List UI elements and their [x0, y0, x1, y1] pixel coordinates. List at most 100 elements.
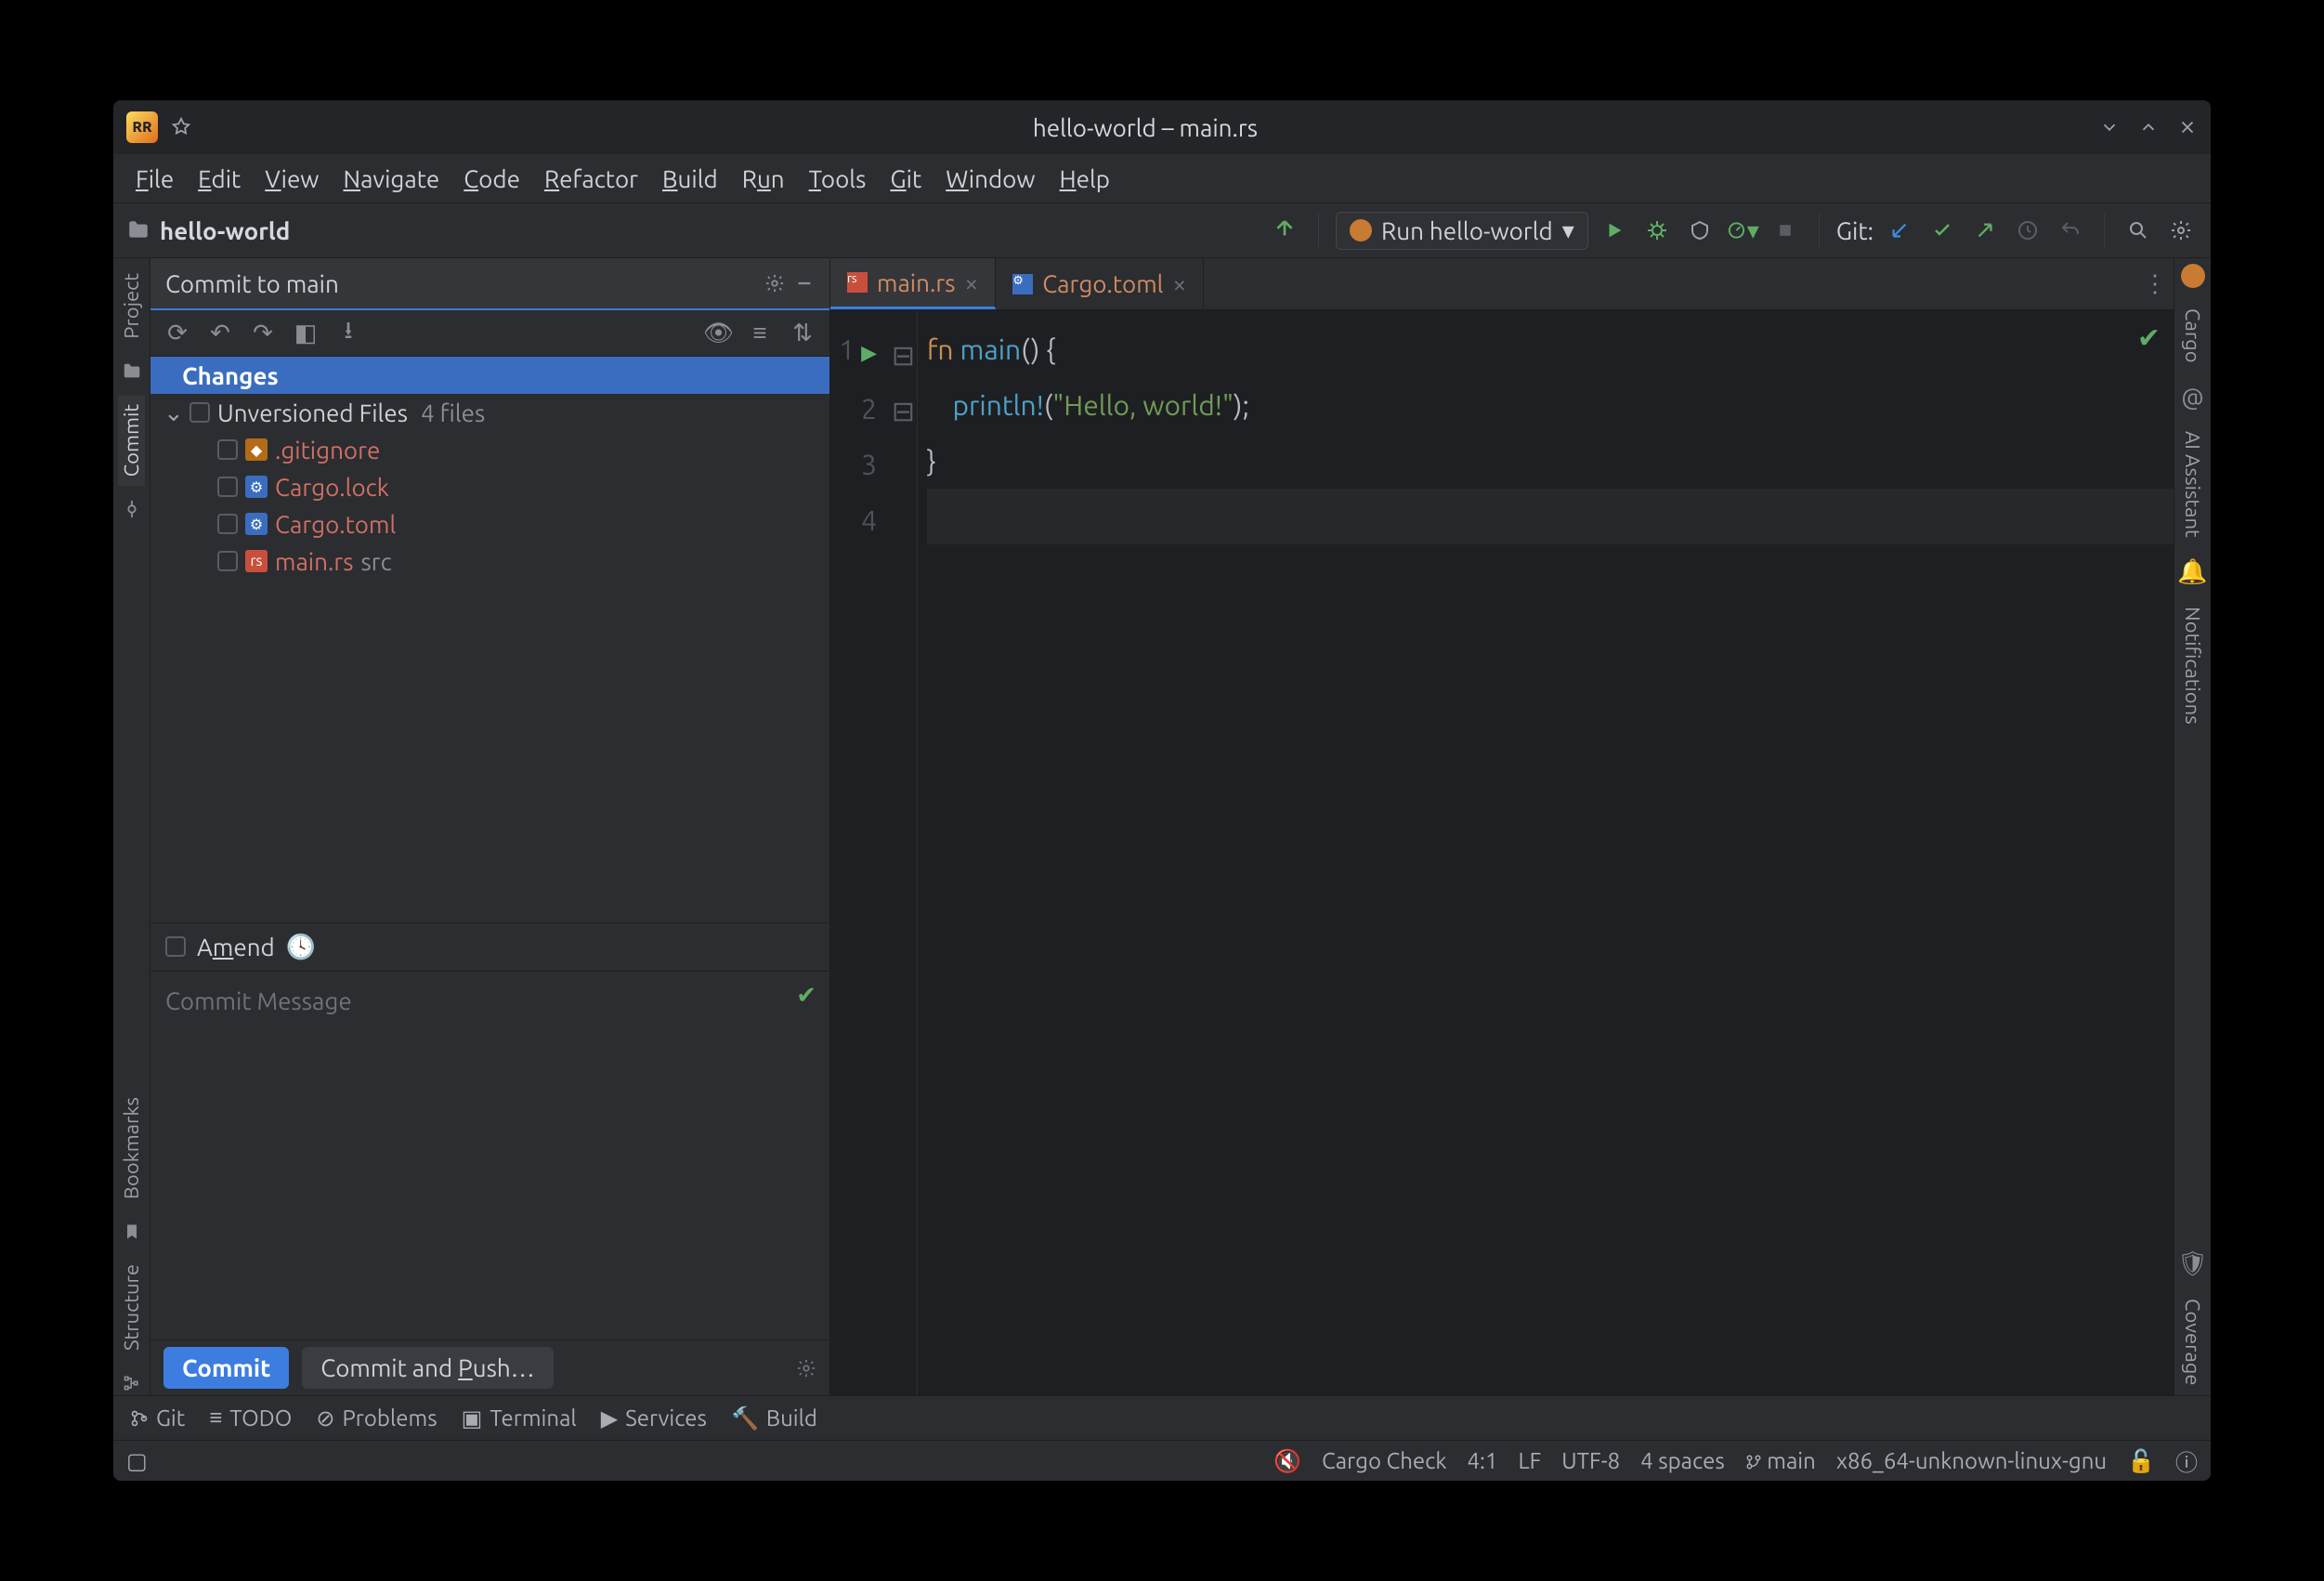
- close-tab-icon[interactable]: ×: [1172, 270, 1186, 297]
- checkbox[interactable]: [217, 551, 238, 571]
- status-cargo[interactable]: Cargo Check: [1322, 1448, 1446, 1473]
- refresh-icon[interactable]: ⟳: [163, 319, 191, 347]
- hide-panel-icon[interactable]: [794, 273, 815, 294]
- ai-icon[interactable]: @: [2181, 384, 2204, 411]
- chevron-down-icon: ⌄: [163, 399, 182, 427]
- breadcrumb[interactable]: hello-world: [113, 217, 303, 244]
- presentation-icon[interactable]: ▢: [126, 1448, 148, 1474]
- close-icon[interactable]: [2177, 117, 2198, 137]
- undo-icon[interactable]: ↶: [206, 319, 234, 347]
- info-icon[interactable]: ⓘ: [2175, 1444, 2198, 1477]
- amend-checkbox[interactable]: [165, 936, 186, 957]
- file-row[interactable]: ◆ .gitignore: [150, 431, 829, 468]
- gutter-run-icon[interactable]: ▶: [861, 341, 877, 364]
- checkbox[interactable]: [217, 477, 238, 497]
- tool-services[interactable]: ▶ Services: [601, 1405, 707, 1431]
- checkmark-icon: ✔: [2137, 321, 2161, 355]
- pin-icon[interactable]: [171, 117, 191, 137]
- expand-icon[interactable]: ⇅: [789, 319, 816, 347]
- code-content[interactable]: fn main() { println!("Hello, world!"); }: [918, 310, 2174, 1395]
- menu-help[interactable]: Help: [1060, 165, 1111, 192]
- tool-project[interactable]: Project: [118, 264, 145, 348]
- search-icon[interactable]: [2122, 214, 2155, 247]
- shelve-icon[interactable]: ⭳: [334, 313, 362, 354]
- status-indent[interactable]: 4 spaces: [1640, 1448, 1725, 1473]
- git-history-icon[interactable]: [2011, 214, 2044, 247]
- redo-icon[interactable]: ↷: [249, 319, 277, 347]
- debug-icon[interactable]: [1640, 214, 1674, 247]
- git-push-icon[interactable]: [1968, 214, 2002, 247]
- lock-icon[interactable]: 🔓: [2127, 1448, 2155, 1474]
- changes-node[interactable]: Changes: [150, 357, 829, 394]
- menu-git[interactable]: Git: [890, 165, 921, 192]
- profiler-icon[interactable]: ▾: [1726, 214, 1759, 247]
- file-row[interactable]: ⚙ Cargo.lock: [150, 468, 829, 505]
- status-encoding[interactable]: UTF-8: [1561, 1448, 1620, 1473]
- gear-icon[interactable]: [764, 273, 785, 294]
- maximize-icon[interactable]: [2138, 117, 2159, 137]
- status-position[interactable]: 4:1: [1467, 1448, 1497, 1473]
- cargo-icon[interactable]: [2181, 264, 2205, 288]
- tool-bookmarks[interactable]: Bookmarks: [118, 1088, 145, 1209]
- status-line-ending[interactable]: LF: [1518, 1448, 1541, 1473]
- file-row[interactable]: ⚙ Cargo.toml: [150, 505, 829, 542]
- menu-edit[interactable]: Edit: [198, 165, 241, 192]
- tool-cargo[interactable]: Cargo: [2179, 299, 2206, 372]
- checkbox[interactable]: [217, 439, 238, 460]
- menu-run[interactable]: Run: [742, 165, 785, 192]
- diff-icon[interactable]: ◧: [292, 319, 320, 347]
- code-editor[interactable]: 1 ▶ 2 3 4 ⊟⊟ fn main() { println!("Hello…: [830, 310, 2174, 1395]
- coverage-run-icon[interactable]: [1683, 214, 1717, 247]
- commit-button[interactable]: Commit: [163, 1347, 289, 1389]
- menu-navigate[interactable]: Navigate: [343, 165, 439, 192]
- menu-view[interactable]: View: [265, 165, 319, 192]
- tool-coverage[interactable]: Coverage: [2179, 1289, 2206, 1395]
- menu-window[interactable]: Window: [946, 165, 1035, 192]
- tool-problems[interactable]: ⊘ Problems: [316, 1405, 437, 1431]
- editor-tab[interactable]: rs main.rs ×: [830, 258, 996, 309]
- bell-icon[interactable]: 🔔: [2177, 557, 2207, 586]
- status-branch[interactable]: main: [1745, 1448, 1816, 1473]
- settings-icon[interactable]: [2164, 214, 2198, 247]
- commit-and-push-button[interactable]: Commit and Push…: [302, 1347, 553, 1389]
- menu-refactor[interactable]: Refactor: [544, 165, 638, 192]
- menu-file[interactable]: File: [136, 165, 174, 192]
- mute-icon[interactable]: 🔇: [1273, 1448, 1301, 1474]
- tabs-menu-icon[interactable]: ⋮: [2136, 258, 2174, 309]
- git-commit-icon[interactable]: [1926, 214, 1959, 247]
- folder-collapsed-icon[interactable]: [120, 359, 144, 384]
- build-icon[interactable]: [1268, 214, 1301, 247]
- history-icon[interactable]: 🕓: [286, 933, 316, 961]
- tool-todo[interactable]: ≡ TODO: [209, 1405, 292, 1431]
- checkbox[interactable]: [189, 402, 210, 423]
- file-row[interactable]: rs main.rs src: [150, 542, 829, 580]
- stop-icon[interactable]: [1769, 214, 1802, 247]
- git-update-icon[interactable]: [1883, 214, 1916, 247]
- menu-code[interactable]: Code: [463, 165, 520, 192]
- run-icon[interactable]: [1598, 214, 1631, 247]
- tool-git[interactable]: Git: [130, 1405, 185, 1431]
- menu-build[interactable]: Build: [662, 165, 718, 192]
- changelist-icon[interactable]: 👁: [703, 319, 731, 347]
- tool-ai-assistant[interactable]: AI Assistant: [2179, 422, 2206, 547]
- group-icon[interactable]: ≡: [746, 319, 774, 347]
- gear-icon[interactable]: [796, 1358, 816, 1378]
- shield-icon[interactable]: 🛡: [2177, 1249, 2208, 1278]
- unversioned-node[interactable]: ⌄ Unversioned Files 4 files: [150, 394, 829, 431]
- tool-commit[interactable]: Commit: [118, 395, 145, 486]
- commit-message-input[interactable]: Commit Message ✔: [150, 971, 829, 1340]
- folder-icon: [126, 218, 150, 242]
- tool-notifications[interactable]: Notifications: [2179, 597, 2206, 734]
- menu-tools[interactable]: Tools: [809, 165, 867, 192]
- checkbox[interactable]: [217, 514, 238, 534]
- tool-structure[interactable]: Structure: [118, 1255, 145, 1360]
- close-tab-icon[interactable]: ×: [965, 269, 979, 296]
- tool-build[interactable]: 🔨 Build: [731, 1405, 817, 1431]
- minimize-icon[interactable]: [2099, 117, 2120, 137]
- tool-terminal[interactable]: ▣ Terminal: [462, 1405, 577, 1431]
- titlebar: RR hello-world – main.rs: [113, 100, 2211, 154]
- status-target[interactable]: x86_64-unknown-linux-gnu: [1836, 1448, 2107, 1473]
- run-config-selector[interactable]: Run hello-world ▾: [1336, 212, 1588, 250]
- git-rollback-icon[interactable]: [2054, 214, 2087, 247]
- editor-tab[interactable]: ⚙ Cargo.toml ×: [996, 258, 1204, 309]
